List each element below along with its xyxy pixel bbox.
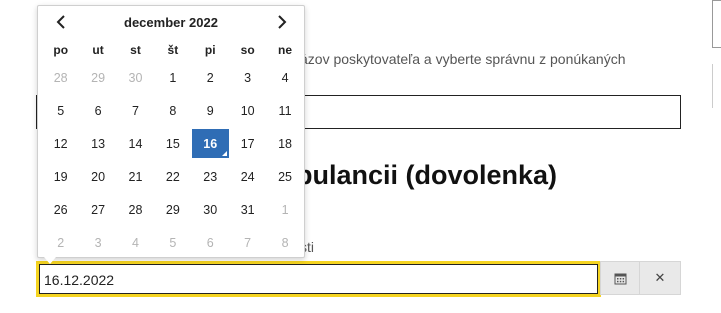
month-year-title: december 2022 bbox=[124, 15, 218, 30]
calendar-day[interactable]: 25 bbox=[266, 160, 303, 193]
weekday-header: st bbox=[130, 43, 141, 57]
calendar-day[interactable]: 6 bbox=[192, 226, 229, 259]
calendar-day[interactable]: 29 bbox=[79, 61, 116, 94]
chevron-right-icon bbox=[278, 15, 287, 29]
instruction-text: ázov poskytovateľa a vyberte správnu z p… bbox=[300, 51, 626, 67]
calendar-day[interactable]: 2 bbox=[192, 61, 229, 94]
calendar-day[interactable]: 30 bbox=[117, 61, 154, 94]
calendar-day[interactable]: 1 bbox=[154, 61, 191, 94]
calendar-day[interactable]: 4 bbox=[117, 226, 154, 259]
calendar-day[interactable]: 6 bbox=[79, 94, 116, 127]
datepicker-header: december 2022 bbox=[38, 6, 304, 38]
calendar-day[interactable]: 23 bbox=[192, 160, 229, 193]
date-input-value[interactable]: 16.12.2022 bbox=[39, 264, 598, 294]
calendar-day[interactable]: 24 bbox=[229, 160, 266, 193]
calendar-day[interactable]: 13 bbox=[79, 127, 116, 160]
calendar-day[interactable]: 9 bbox=[192, 94, 229, 127]
calendar-day[interactable]: 8 bbox=[154, 94, 191, 127]
calendar-day[interactable]: 18 bbox=[266, 127, 303, 160]
calendar-day[interactable]: 29 bbox=[154, 193, 191, 226]
right-panel-edge-lower bbox=[712, 64, 721, 108]
calendar-day[interactable]: 1 bbox=[266, 193, 303, 226]
section-heading: bulancii (dovolenka) bbox=[296, 160, 558, 190]
weekday-header: št bbox=[167, 43, 179, 57]
calendar-day[interactable]: 20 bbox=[79, 160, 116, 193]
calendar-day[interactable]: 31 bbox=[229, 193, 266, 226]
calendar-day[interactable]: 5 bbox=[154, 226, 191, 259]
weekday-header: pi bbox=[204, 43, 216, 57]
calendar-day[interactable]: 10 bbox=[229, 94, 266, 127]
calendar-icon bbox=[614, 273, 626, 284]
weekday-header: ut bbox=[92, 43, 104, 57]
weekday-header: so bbox=[240, 43, 255, 57]
calendar-day[interactable]: 21 bbox=[117, 160, 154, 193]
calendar-day[interactable]: 17 bbox=[229, 127, 266, 160]
calendar-day[interactable]: 19 bbox=[42, 160, 79, 193]
calendar-day[interactable]: 30 bbox=[192, 193, 229, 226]
next-month-button[interactable] bbox=[272, 12, 292, 32]
calendar-day[interactable]: 15 bbox=[154, 127, 191, 160]
calendar-day[interactable]: 7 bbox=[117, 94, 154, 127]
date-input[interactable]: 16.12.2022 bbox=[36, 261, 601, 297]
calendar-toggle-button[interactable] bbox=[600, 261, 640, 295]
calendar-day[interactable]: 26 bbox=[42, 193, 79, 226]
calendar-day[interactable]: 3 bbox=[79, 226, 116, 259]
calendar-day[interactable]: 7 bbox=[229, 226, 266, 259]
calendar-day[interactable]: 28 bbox=[42, 61, 79, 94]
calendar-day[interactable]: 28 bbox=[117, 193, 154, 226]
calendar-day[interactable]: 8 bbox=[266, 226, 303, 259]
calendar-day[interactable]: 27 bbox=[79, 193, 116, 226]
calendar-day[interactable]: 14 bbox=[117, 127, 154, 160]
datepicker-popup: december 2022 po ut st št pi so ne 28 29 30 1 2 3 4 5 6… bbox=[37, 5, 305, 264]
close-icon: ✕ bbox=[654, 270, 666, 285]
calendar-day[interactable]: 4 bbox=[266, 61, 303, 94]
weekday-header: ne bbox=[278, 43, 293, 57]
calendar-day-selected[interactable]: 16 bbox=[191, 129, 229, 158]
calendar-day[interactable]: 3 bbox=[229, 61, 266, 94]
calendar-day[interactable]: 2 bbox=[42, 226, 79, 259]
calendar-grid: po ut st št pi so ne 28 29 30 1 2 3 4 5 6 7 8 9 10 11 12 13 14 1… bbox=[42, 39, 304, 259]
calendar-day[interactable]: 12 bbox=[42, 127, 79, 160]
right-panel-edge bbox=[712, 0, 721, 48]
calendar-day[interactable]: 11 bbox=[266, 94, 303, 127]
calendar-day[interactable]: 5 bbox=[42, 94, 79, 127]
weekday-header: po bbox=[53, 43, 69, 57]
calendar-day[interactable]: 22 bbox=[154, 160, 191, 193]
clear-date-button[interactable]: ✕ bbox=[639, 261, 681, 295]
